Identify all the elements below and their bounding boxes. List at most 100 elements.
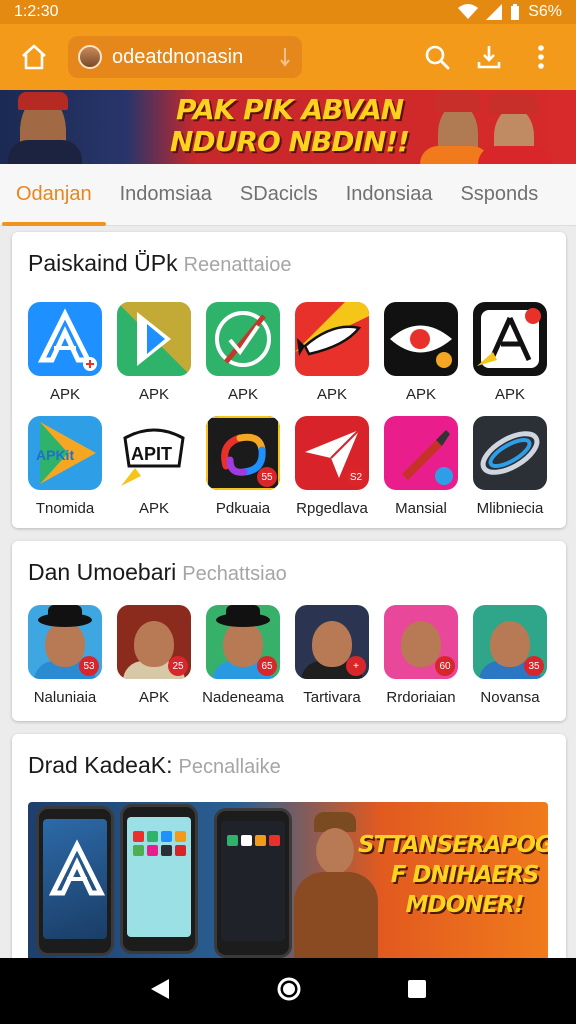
- banner-person-left-cap: [18, 92, 68, 110]
- orbit-ring-icon[interactable]: [473, 416, 547, 490]
- search-button[interactable]: [420, 40, 454, 74]
- app-badge: 55: [257, 467, 277, 487]
- app-bar-actions: [420, 40, 564, 74]
- app-item[interactable]: APK: [473, 302, 547, 403]
- tab-sdacicls[interactable]: SDacicls: [240, 164, 318, 226]
- app-label: Rpgedlava: [296, 500, 368, 517]
- app-item[interactable]: APKit Tnomida: [28, 416, 102, 517]
- home-icon: [22, 44, 46, 70]
- person-face: [45, 621, 85, 667]
- app-item[interactable]: S2 Rpgedlava: [295, 416, 369, 517]
- status-icons: S6%: [458, 3, 562, 21]
- person-label: Rrdoriaian: [386, 689, 456, 706]
- apit-pen-icon[interactable]: APIT: [117, 416, 191, 490]
- phone-mockup-1: [36, 806, 114, 956]
- app-label: APK: [227, 386, 258, 403]
- colorful-s-icon[interactable]: 55: [206, 416, 280, 490]
- tab-odanjan[interactable]: Odanjan: [2, 164, 106, 226]
- person-face: [490, 621, 530, 667]
- person-avatar[interactable]: 35: [473, 605, 547, 679]
- signal-icon: [486, 4, 503, 20]
- person-item[interactable]: 35 Novansa: [473, 605, 547, 706]
- back-button[interactable]: [149, 977, 171, 1006]
- app-item[interactable]: 55 Pdkuaia: [206, 416, 280, 517]
- lipstick-icon[interactable]: [384, 416, 458, 490]
- section3-subtitle[interactable]: Pecnallaike: [178, 756, 280, 778]
- black-fish-icon[interactable]: [384, 302, 458, 376]
- hero-banner[interactable]: PAK PIK ABVAN NDURO NBDIN!!: [0, 90, 576, 164]
- avatar: [78, 45, 102, 69]
- app-item[interactable]: APK: [384, 302, 458, 403]
- person-face: [223, 621, 263, 667]
- banner-person-right-cap: [488, 94, 538, 114]
- person-badge: 60: [435, 656, 455, 676]
- person-item[interactable]: 25 APK: [117, 605, 191, 706]
- promo-banner[interactable]: STTANSERAPOGH F DNIHAERS MDONER!: [28, 802, 548, 962]
- section2-title: Dan Umoebari: [28, 559, 177, 585]
- person-face: [134, 621, 174, 667]
- person-label: Novansa: [480, 689, 540, 706]
- tab-ssponds[interactable]: Ssponds: [460, 164, 538, 226]
- stylized-a-app-icon[interactable]: [28, 302, 102, 376]
- person-item[interactable]: + Tartivara: [295, 605, 369, 706]
- download-button[interactable]: [472, 40, 506, 74]
- apk-logo-icon: [48, 839, 106, 896]
- tab-indomsiaa[interactable]: Indomsiaa: [120, 164, 212, 226]
- tab-indonsiaa[interactable]: Indonsiaa: [346, 164, 433, 226]
- person-avatar[interactable]: 53: [28, 605, 102, 679]
- section1-subtitle[interactable]: Reenattaioe: [184, 254, 292, 276]
- banner-person-right-shirt: [478, 146, 552, 164]
- app-item[interactable]: Mansial: [384, 416, 458, 517]
- person-label: Tartivara: [303, 689, 361, 706]
- search-icon: [425, 45, 450, 70]
- person-label: Nadeneama: [202, 689, 284, 706]
- app-item[interactable]: APK: [117, 302, 191, 403]
- home-nav-button[interactable]: [276, 976, 302, 1007]
- red-fish-icon[interactable]: [295, 302, 369, 376]
- app-label: Tnomida: [35, 500, 95, 517]
- banner-person-mid-cap: [434, 92, 480, 112]
- person-avatar[interactable]: 65: [206, 605, 280, 679]
- paper-plane-icon[interactable]: S2: [295, 416, 369, 490]
- search-bar[interactable]: odeatdnonasin: [68, 36, 302, 78]
- app-label: Pdkuaia: [215, 500, 271, 517]
- promo-line-2: F DNIHAERS: [390, 862, 540, 888]
- app-row-1: APK APK APK APK APK APK: [28, 302, 552, 403]
- green-brush-icon[interactable]: [206, 302, 280, 376]
- more-options-button[interactable]: [524, 40, 558, 74]
- person-hat-top: [48, 605, 82, 621]
- person-avatar[interactable]: 60: [384, 605, 458, 679]
- status-bar: 1:2:30 S6%: [0, 0, 576, 24]
- person-item[interactable]: 53 Naluniaia: [28, 605, 102, 706]
- black-a-pen-icon[interactable]: [473, 302, 547, 376]
- app-label: APK: [405, 386, 436, 403]
- person-item[interactable]: 60 Rrdoriaian: [384, 605, 458, 706]
- play-style-arrow-icon[interactable]: [117, 302, 191, 376]
- section1-title: Paiskaind ṺPk: [28, 250, 178, 276]
- app-item[interactable]: APIT APK: [117, 416, 191, 517]
- app-item[interactable]: APK: [206, 302, 280, 403]
- recents-square-icon: [408, 979, 427, 998]
- home-button[interactable]: [12, 35, 56, 79]
- home-circle-icon: [277, 977, 301, 1000]
- app-item[interactable]: APK: [295, 302, 369, 403]
- popular-apk-card: Paiskaind ṺPk Reenattaioe APK APK APK APK APK…: [12, 232, 566, 528]
- phone-screen: [43, 819, 107, 939]
- person-label: Naluniaia: [33, 689, 97, 706]
- app-item[interactable]: APK: [28, 302, 102, 403]
- section3-title: Drad KadeaK:: [28, 752, 173, 778]
- section-title: Paiskaind ṺPk Reenattaioe: [28, 250, 291, 277]
- app-row-2: APKit Tnomida APIT APK 55 Pdkuaia S2 Rpgedlava M…: [28, 416, 552, 517]
- promo-headline: STTANSERAPOGH F DNIHAERS MDONER!: [358, 830, 548, 920]
- person-face: [401, 621, 441, 667]
- section2-subtitle[interactable]: Pechattsiao: [182, 563, 287, 585]
- recents-button[interactable]: [407, 979, 427, 1004]
- back-triangle-icon: [150, 978, 169, 999]
- person-item[interactable]: 65 Nadeneama: [202, 605, 284, 706]
- play-store-triangle-icon[interactable]: APKit: [28, 416, 102, 490]
- person-avatar[interactable]: +: [295, 605, 369, 679]
- download-icon: [477, 46, 501, 69]
- person-avatar[interactable]: 25: [117, 605, 191, 679]
- app-item[interactable]: Mlibniecia: [473, 416, 547, 517]
- banner-headline: PAK PIK ABVAN NDURO NBDIN!!: [170, 94, 410, 158]
